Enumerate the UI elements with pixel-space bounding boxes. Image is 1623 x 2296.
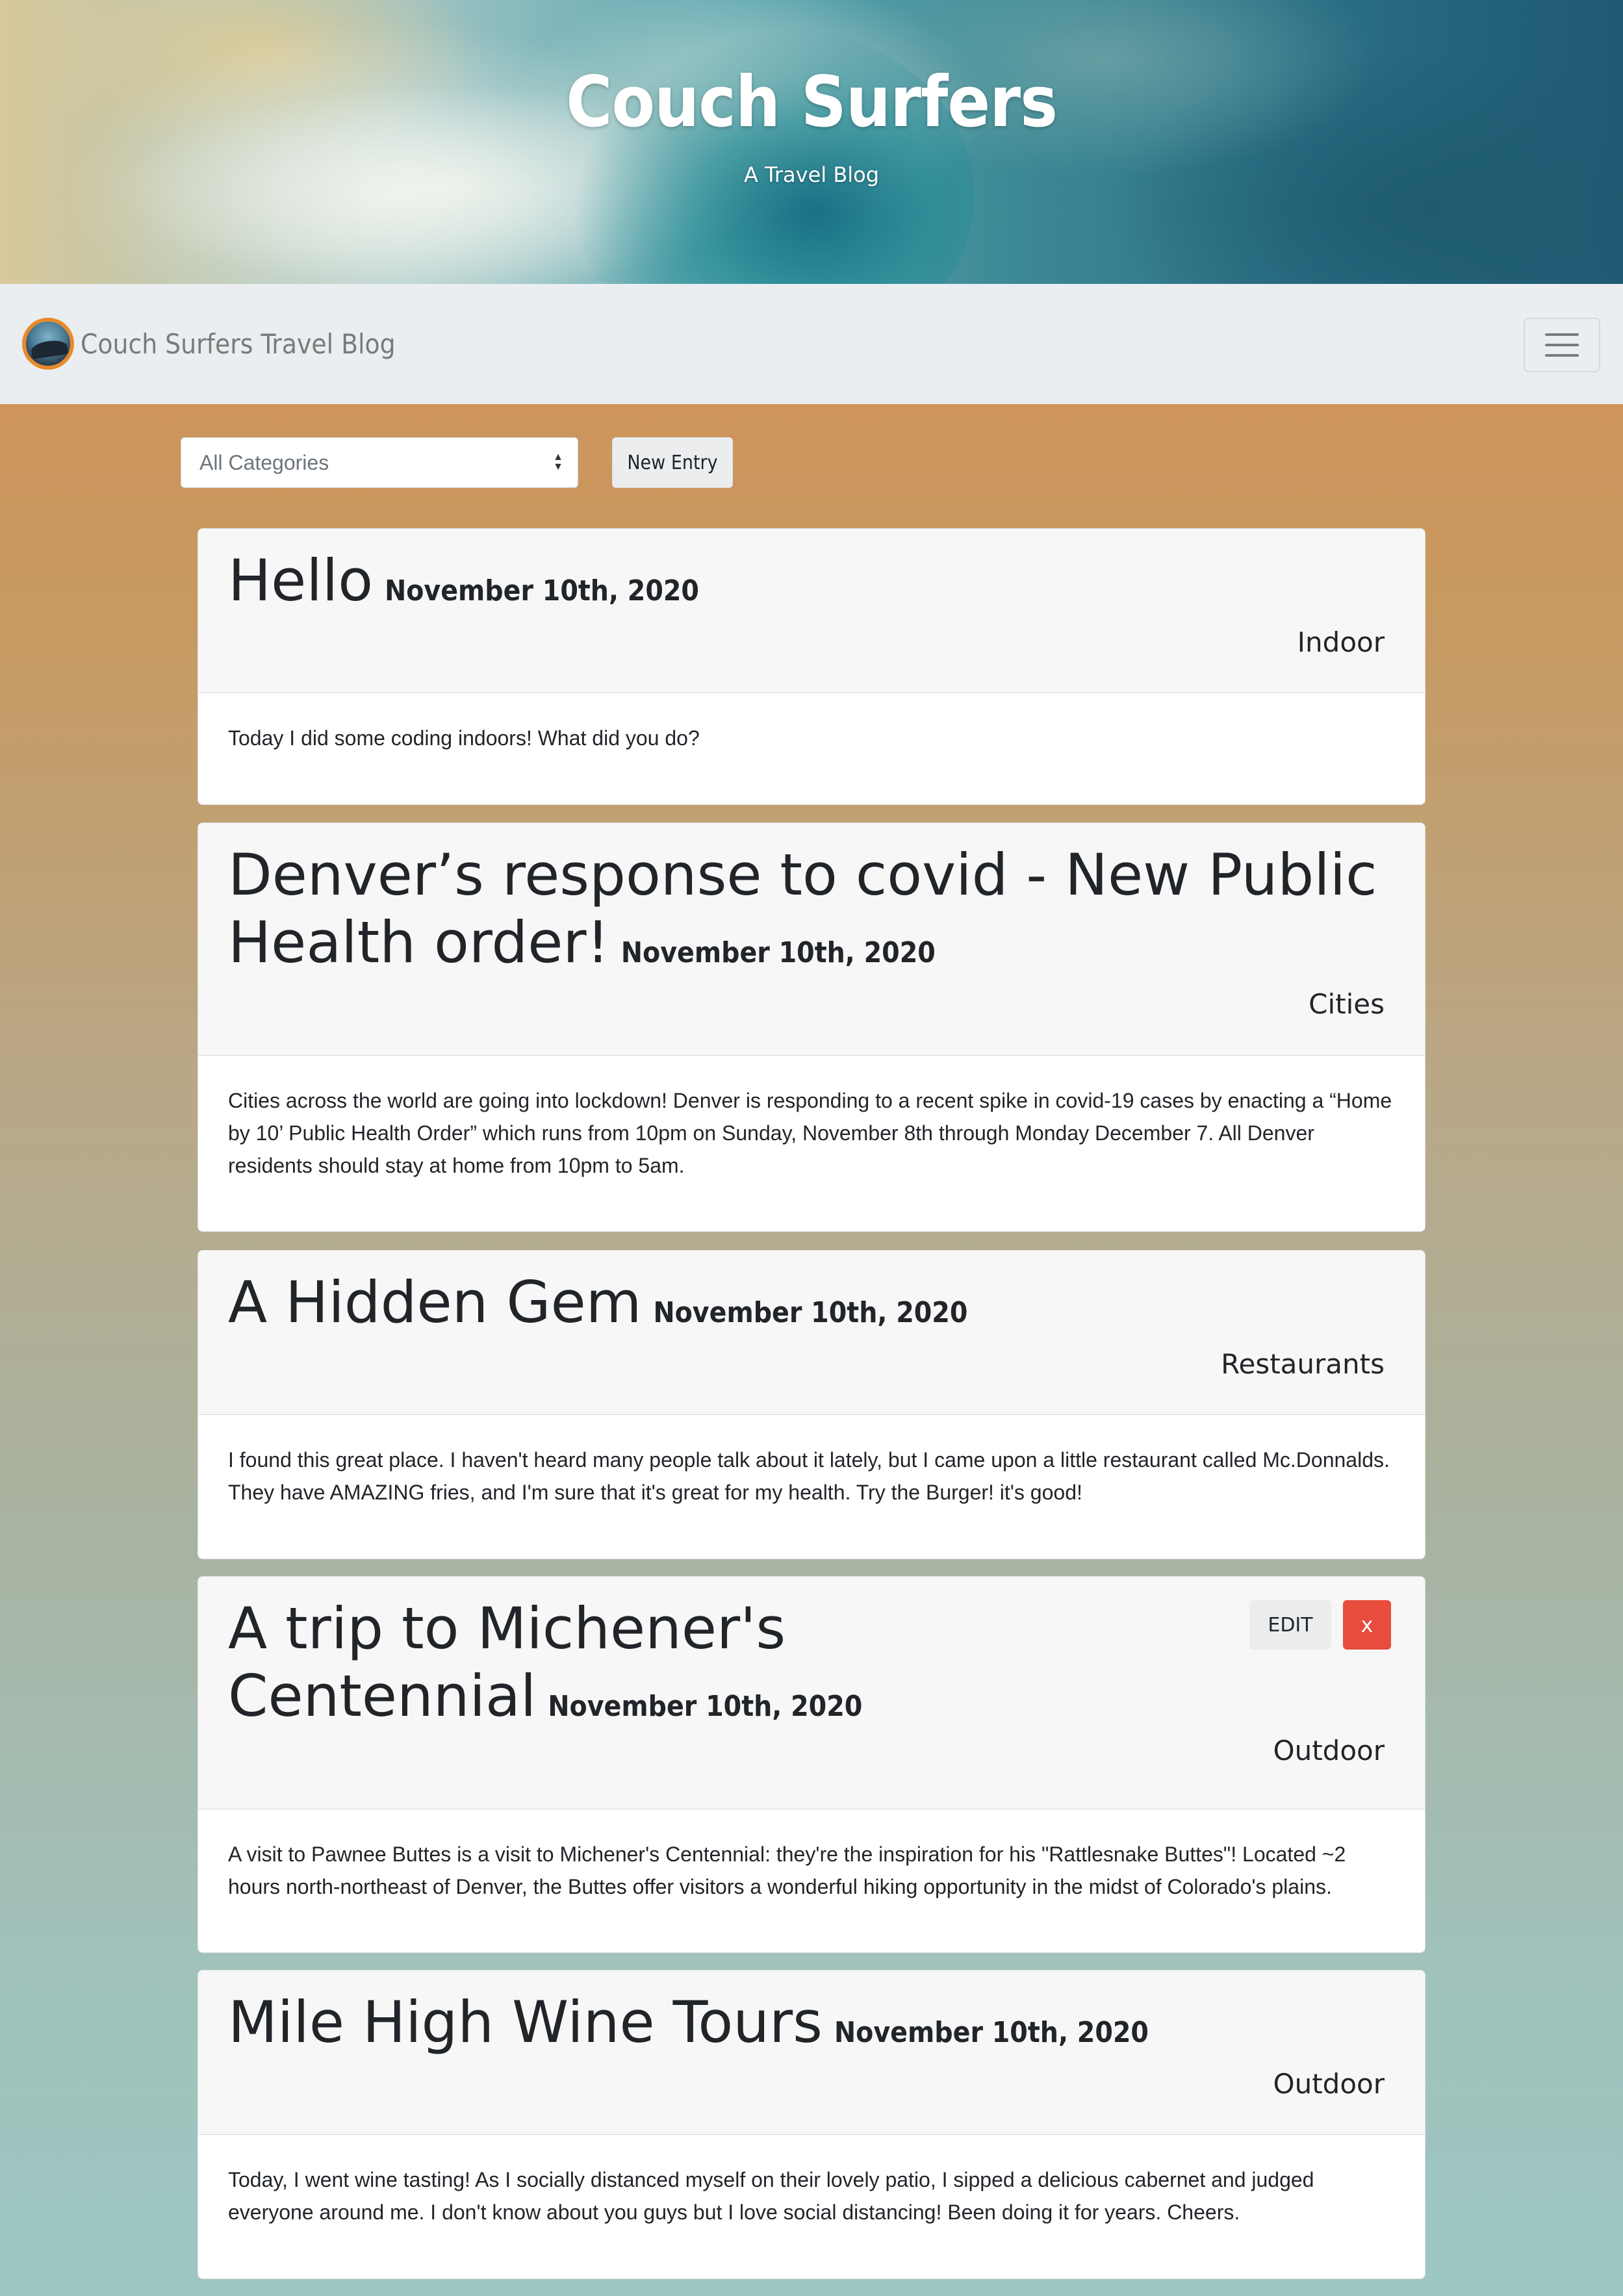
post-card: Denver’s response to covid - New Public … <box>198 823 1425 1232</box>
post-header: Mile High Wine Tours November 10th, 2020 … <box>198 1971 1425 2135</box>
navbar: Couch Surfers Travel Blog <box>0 284 1623 404</box>
post-category: Restaurants <box>1221 1348 1385 1380</box>
post-date: November 10th, 2020 <box>548 1690 863 1723</box>
select-arrows-icon: ▲ ▼ <box>553 452 563 472</box>
navbar-toggler-button[interactable] <box>1524 318 1600 372</box>
post-card: Mile High Wine Tours November 10th, 2020 … <box>198 1970 1425 2279</box>
post-title-line: A Hidden Gem November 10th, 2020 <box>228 1269 1385 1347</box>
post-date: November 10th, 2020 <box>653 1296 968 1329</box>
hamburger-icon <box>1545 354 1579 357</box>
post-card: Hello November 10th, 2020 Indoor Today I … <box>198 528 1425 805</box>
post-title: Mile High Wine Tours <box>228 1989 823 2056</box>
post-title: Hello <box>228 547 374 614</box>
hero-banner: Couch Surfers A Travel Blog <box>0 0 1623 284</box>
post-title: A Hidden Gem <box>228 1269 642 1336</box>
post-title-line: Hello November 10th, 2020 <box>228 547 1385 625</box>
brand-text: Couch Surfers Travel Blog <box>81 327 396 360</box>
post-category: Outdoor <box>1273 1735 1385 1767</box>
post-category: Outdoor <box>1273 2068 1385 2100</box>
post-title-line: Denver’s response to covid - New Public … <box>228 841 1385 987</box>
post-date: November 10th, 2020 <box>385 574 699 607</box>
post-body: Today, I went wine tasting! As I sociall… <box>228 2168 1314 2224</box>
category-select[interactable]: All Categories ▲ ▼ <box>181 437 578 488</box>
hero-subtitle: A Travel Blog <box>743 162 880 187</box>
post-body: A visit to Pawnee Buttes is a visit to M… <box>228 1843 1346 1898</box>
delete-post-button[interactable]: x <box>1343 1600 1391 1650</box>
post-header: Hello November 10th, 2020 Indoor <box>198 529 1425 693</box>
post-header: A Hidden Gem November 10th, 2020 Restaura… <box>198 1251 1425 1415</box>
post-body: Today I did some coding indoors! What di… <box>228 726 700 750</box>
post-body: Cities across the world are going into l… <box>228 1089 1392 1177</box>
post-header: Denver’s response to covid - New Public … <box>198 823 1425 1056</box>
post-category: Indoor <box>1297 626 1385 658</box>
navbar-brand[interactable]: Couch Surfers Travel Blog <box>22 318 396 370</box>
category-select-value: All Categories <box>199 450 329 474</box>
edit-post-button[interactable]: EDIT <box>1249 1600 1331 1650</box>
post-title-line: A trip to Michener's Centennial November … <box>228 1595 1210 1741</box>
hamburger-icon <box>1545 333 1579 336</box>
post-title-line: Mile High Wine Tours November 10th, 2020 <box>228 1989 1385 2067</box>
post-card: A Hidden Gem November 10th, 2020 Restaura… <box>198 1250 1425 1559</box>
hero-title: Couch Surfers <box>566 62 1058 143</box>
post-header: A trip to Michener's Centennial November … <box>198 1577 1425 1809</box>
post-body: I found this great place. I haven't hear… <box>228 1448 1390 1504</box>
post-card: A trip to Michener's Centennial November … <box>198 1576 1425 1953</box>
hamburger-icon <box>1545 344 1579 346</box>
brand-logo-icon <box>22 318 74 370</box>
new-entry-button[interactable]: New Entry <box>612 437 733 488</box>
post-date: November 10th, 2020 <box>834 2016 1149 2049</box>
post-date: November 10th, 2020 <box>620 936 936 969</box>
post-category: Cities <box>1309 988 1385 1020</box>
